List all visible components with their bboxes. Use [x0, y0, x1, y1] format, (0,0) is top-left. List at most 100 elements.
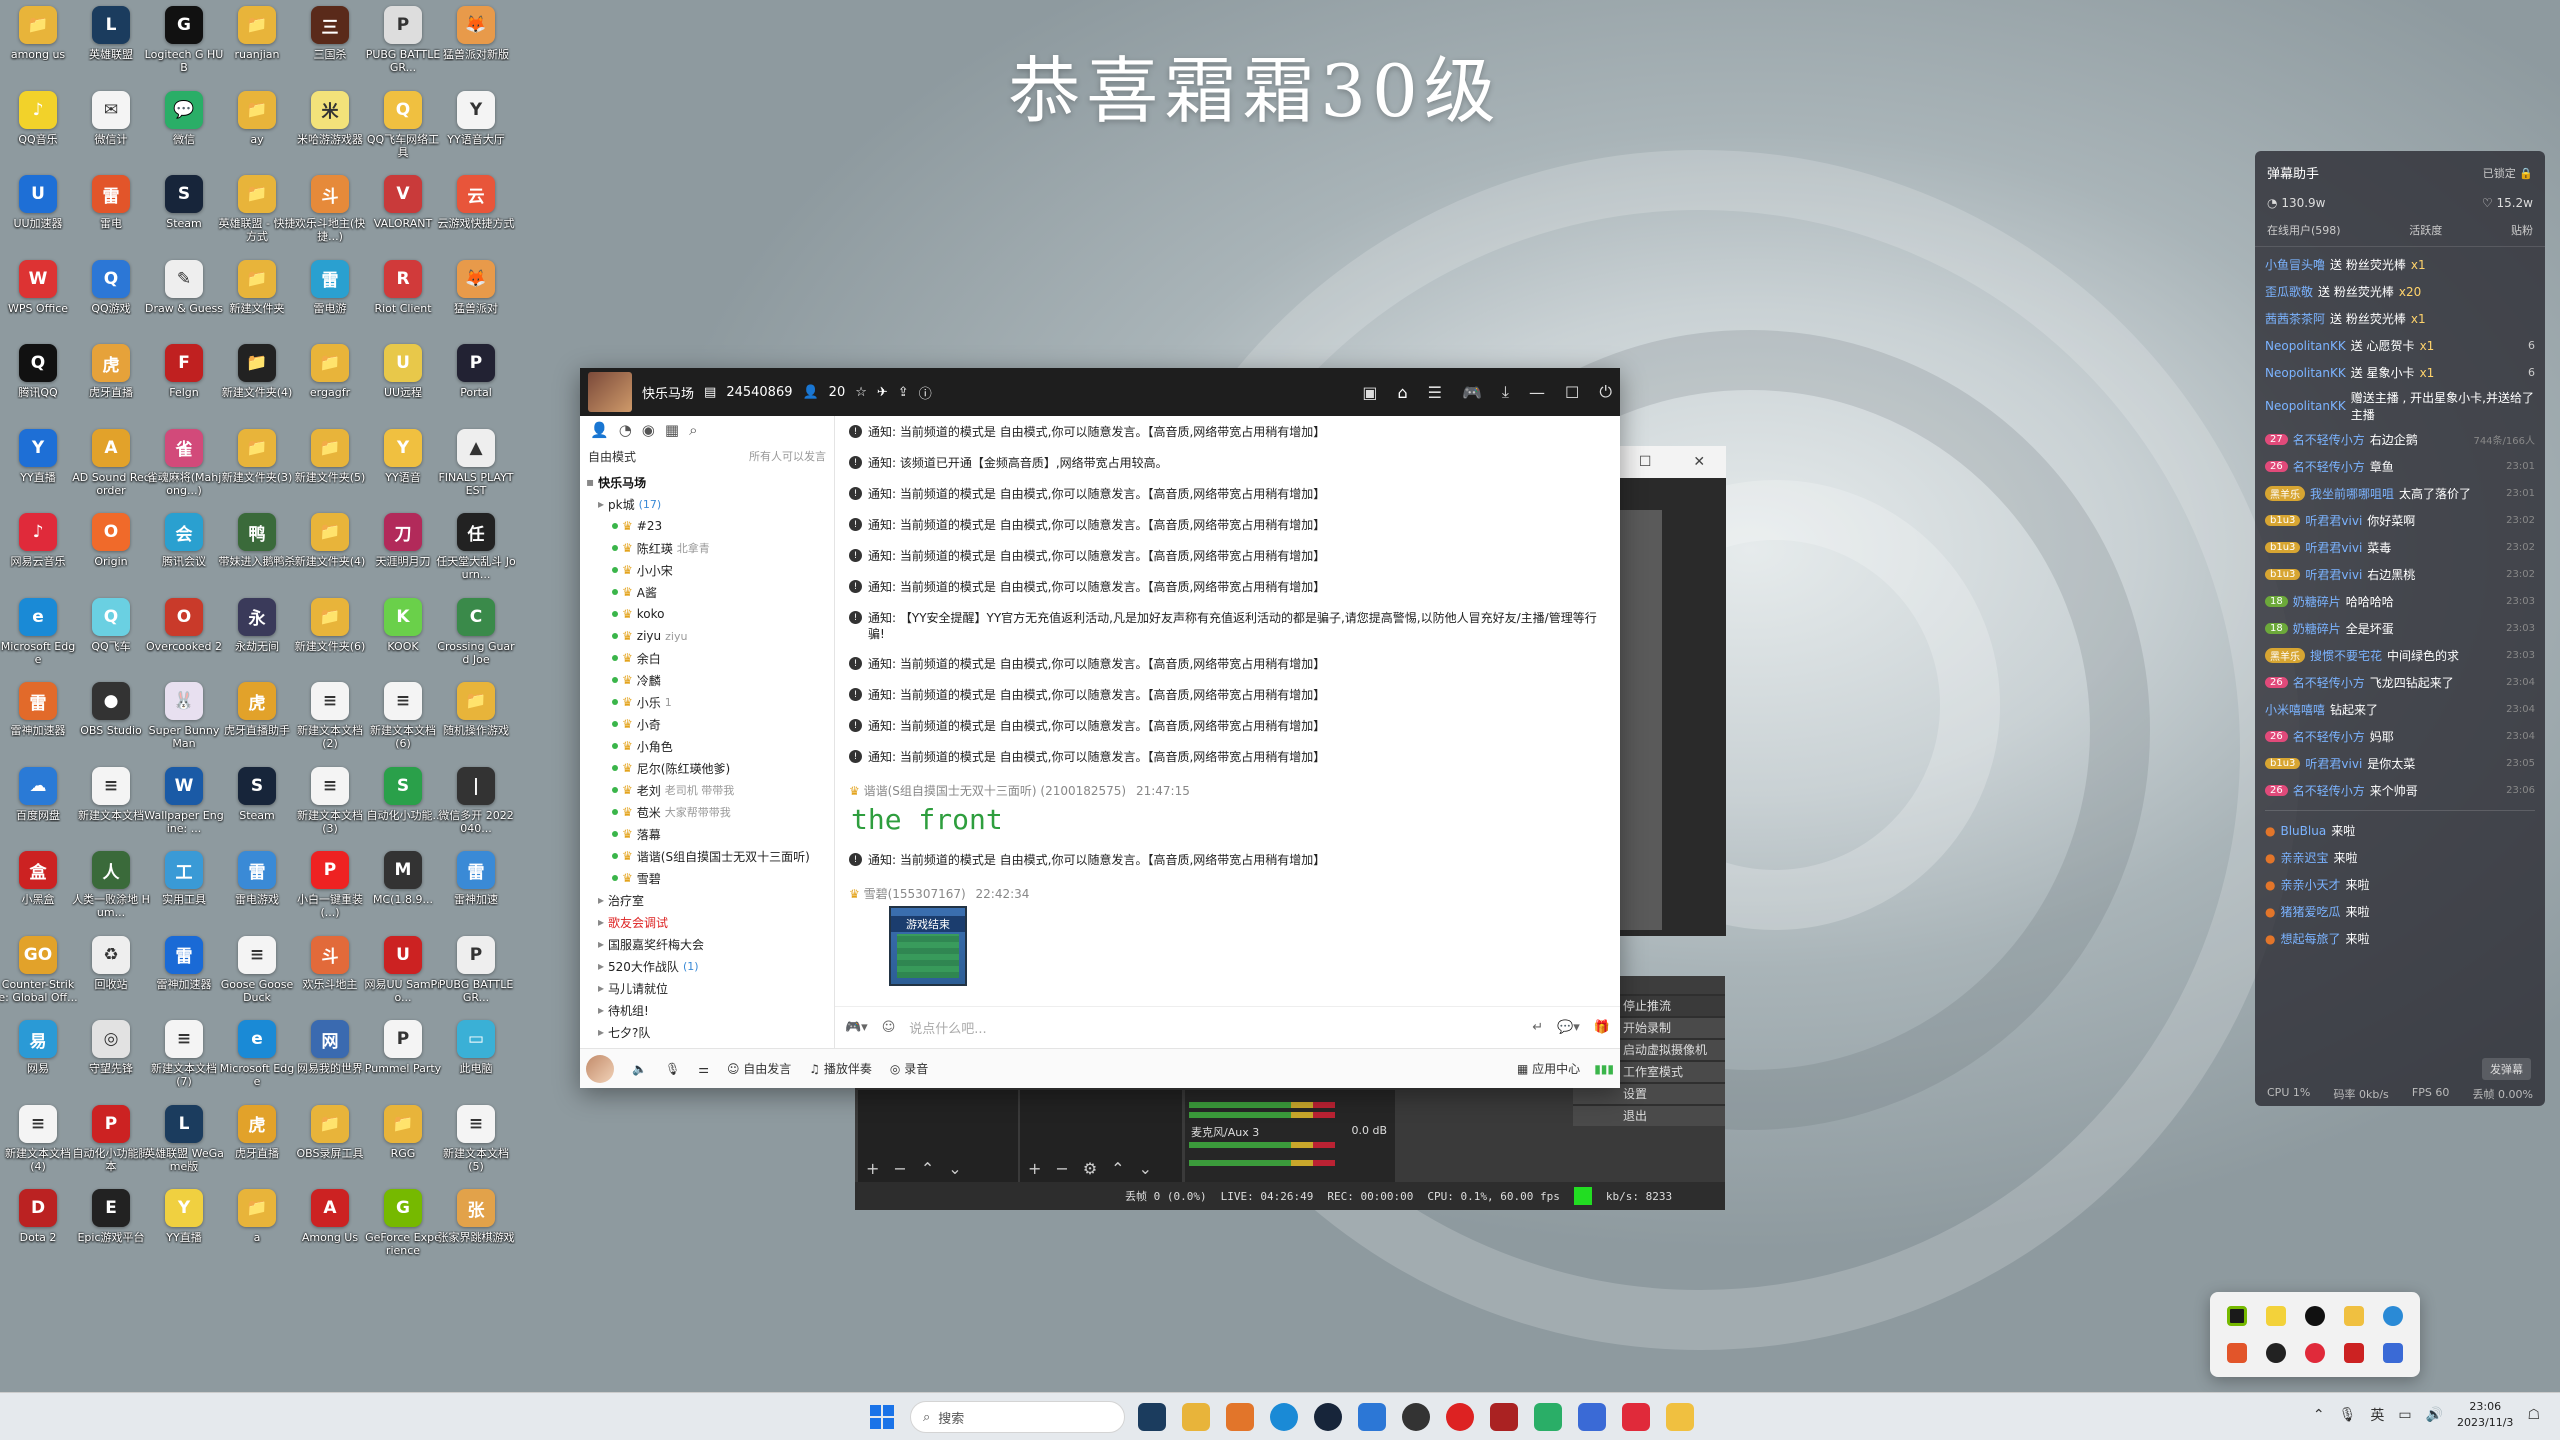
app-icon-netease[interactable]	[1446, 1403, 1474, 1431]
danmaku-user[interactable]: 名不轻传小方	[2293, 431, 2365, 448]
speaker-icon[interactable]: 🔈	[632, 1062, 647, 1076]
channel-user[interactable]: ♛ 小乐 1	[586, 691, 828, 713]
desktop-icon[interactable]: 💬 微信	[144, 87, 224, 172]
danmaku-user[interactable]: 茜茜茶茶阿	[2265, 310, 2325, 327]
desktop-icon[interactable]: E Epic游戏平台	[71, 1185, 151, 1270]
app-icon-huya[interactable]	[1226, 1403, 1254, 1431]
desktop-icon[interactable]: K KOOK	[363, 594, 443, 679]
channel-user[interactable]: ♛ 尼尔(陈红瑛他爹)	[586, 757, 828, 779]
danmaku-user[interactable]: BluBlua	[2280, 824, 2326, 838]
desktop-icon[interactable]: 📁 新建文件夹(3)	[217, 425, 297, 510]
channel-user[interactable]: ♛ ziyu ziyu	[586, 625, 828, 647]
desktop-icon[interactable]: ✉ 微信计	[71, 87, 151, 172]
desktop-icon[interactable]: 刀天涯明月刀	[363, 509, 443, 594]
desktop-icon[interactable]: 雷雷电游	[290, 256, 370, 341]
mixer-icon[interactable]: ⚌	[698, 1062, 709, 1076]
desktop-icon[interactable]: 工实用工具	[144, 847, 224, 932]
desktop-icon[interactable]: O Origin	[71, 509, 151, 594]
channel-user[interactable]: ♛ 小角色	[586, 735, 828, 757]
channel-user[interactable]: ♛ koko	[586, 603, 828, 625]
desktop-icon[interactable]: ◎ 守望先锋	[71, 1016, 151, 1101]
desktop-icon[interactable]: 🦊 猛兽派对	[436, 256, 516, 341]
app-center-button[interactable]: ▦ 应用中心	[1517, 1060, 1580, 1077]
desktop-icon[interactable]: S Steam	[217, 763, 297, 848]
desktop-icon[interactable]: P Portal	[436, 340, 516, 425]
tab-gift[interactable]: 贴粉	[2511, 222, 2533, 238]
danmaku-user[interactable]: NeopolitanKK	[2265, 366, 2346, 380]
remove-icon[interactable]: −	[1055, 1159, 1068, 1178]
desktop-icon[interactable]: 虎虎牙直播助手	[217, 678, 297, 763]
danmaku-user[interactable]: 搜惯不要宅花	[2310, 647, 2382, 664]
desktop-icon[interactable]: ● OBS Studio	[71, 678, 151, 763]
desktop-icon[interactable]: ≡ 新建文本文档(2)	[290, 678, 370, 763]
desktop-icon[interactable]: Q QQ飞车	[71, 594, 151, 679]
desktop-icon[interactable]: 📁 新建文件夹(4)	[290, 509, 370, 594]
channel-user[interactable]: ♛ 苞米 大家帮带带我	[586, 801, 828, 823]
desktop-icon[interactable]: D Dota 2	[0, 1185, 78, 1270]
message-image[interactable]: 游戏结束	[889, 906, 967, 986]
channel-user[interactable]: ♛ 谐谐(S组自摸国士无双十三面听)	[586, 845, 828, 867]
gamepad-icon[interactable]: 🎮	[1462, 383, 1482, 402]
info-icon[interactable]: ⓘ	[919, 383, 932, 402]
netease-icon[interactable]	[2304, 1342, 2325, 1363]
location-icon[interactable]: ◉	[642, 421, 655, 439]
danmaku-user[interactable]: 名不轻传小方	[2293, 458, 2365, 475]
desktop-icon[interactable]: L 英雄联盟 WeGame版	[144, 1101, 224, 1186]
subchannel[interactable]: ▸ 马儿请就位	[586, 977, 828, 999]
add-icon[interactable]: +	[1028, 1159, 1041, 1178]
desktop-icon[interactable]: ♪ 网易云音乐	[0, 509, 78, 594]
danmaku-user[interactable]: 想起每旅了	[2280, 930, 2340, 947]
danmaku-user[interactable]: 奶糖碎片	[2293, 620, 2341, 637]
desktop-icon[interactable]: W Wallpaper Engine: ...	[144, 763, 224, 848]
desktop-icon[interactable]: 雷雷神加速	[436, 847, 516, 932]
desktop-icon[interactable]: P PUBG BATTLEGR...	[363, 2, 443, 87]
danmaku-user[interactable]: 听君君vivi	[2305, 755, 2362, 772]
desktop-icon[interactable]: ≡ 新建文本文档	[71, 763, 151, 848]
subchannel[interactable]: ▸ 七夕?队	[586, 1021, 828, 1043]
taskbar-search[interactable]: ⌕ 搜索	[910, 1401, 1125, 1433]
note-icon[interactable]: ▦	[665, 421, 679, 439]
desktop-icon[interactable]: G Logitech G HUB	[144, 2, 224, 87]
desktop-icon[interactable]: 📁 新建文件夹(6)	[290, 594, 370, 679]
desktop-icon[interactable]: e Microsoft Edge	[0, 594, 78, 679]
danmaku-user[interactable]: 听君君vivi	[2305, 566, 2362, 583]
tab-active[interactable]: 活跃度	[2409, 222, 2442, 238]
channel-user[interactable]: ♛ 冷麟	[586, 669, 828, 691]
desktop-icon[interactable]: P PUBG BATTLEGR...	[436, 932, 516, 1017]
channel-user[interactable]: ♛ A酱	[586, 581, 828, 603]
desktop-icon[interactable]: 🐰 Super Bunny Man	[144, 678, 224, 763]
danmaku-user[interactable]: 小米嘻嘻嘻	[2265, 701, 2325, 718]
desktop-icon[interactable]: ≡ 新建文本文档(4)	[0, 1101, 78, 1186]
channel-user[interactable]: ♛ 雪碧	[586, 867, 828, 889]
desktop-icon[interactable]: Q QQ飞车网络工具	[363, 87, 443, 172]
desktop-icon[interactable]: 鸭带妹进入鹅鸭杀	[217, 509, 297, 594]
desktop-icon[interactable]: 斗欢乐斗地主(快捷...)	[290, 171, 370, 256]
ime-indicator[interactable]: 英	[2370, 1405, 2384, 1425]
desktop-icon[interactable]: W WPS Office	[0, 256, 78, 341]
desktop-icon[interactable]: 📁 a	[217, 1185, 297, 1270]
desktop-icon[interactable]: Q QQ游戏	[71, 256, 151, 341]
edge-icon[interactable]	[2382, 1306, 2403, 1327]
desktop-icon[interactable]: Q 腾讯QQ	[0, 340, 78, 425]
desktop-icon[interactable]: 📁 随机操作游戏	[436, 678, 516, 763]
remove-icon[interactable]: −	[893, 1159, 906, 1178]
danmaku-user[interactable]: 名不轻传小方	[2293, 674, 2365, 691]
desktop-icon[interactable]: P 自动化小功能脚本	[71, 1101, 151, 1186]
app-icon-lol[interactable]	[1138, 1403, 1166, 1431]
clock[interactable]: 23:06 2023/11/3	[2457, 1399, 2513, 1431]
subchannel[interactable]: ▸ 520大作战队 (1)	[586, 955, 828, 977]
bubble-icon[interactable]: 💬▾	[1557, 1020, 1580, 1035]
desktop-icon[interactable]: U 网易UU SamPro...	[363, 932, 443, 1017]
desktop-icon[interactable]: C Crossing Guard Joe	[436, 594, 516, 679]
chevron-up-icon[interactable]: ⌃	[2313, 1407, 2325, 1423]
minimize-icon[interactable]: —	[1529, 383, 1545, 402]
emoji-icon[interactable]: ☺	[882, 1020, 896, 1035]
desktop-icon[interactable]: 📁 OBS录屏工具	[290, 1101, 370, 1186]
desktop-icon[interactable]: 📁 ay	[217, 87, 297, 172]
subchannel[interactable]: ▸ 治疗室	[586, 889, 828, 911]
desktop-icon[interactable]: 盒小黑盒	[0, 847, 78, 932]
desktop-icon[interactable]: 雷雷电	[71, 171, 151, 256]
desktop-icon[interactable]: V VALORANT	[363, 171, 443, 256]
subchannel[interactable]: ▸ pk城 (17)	[586, 493, 828, 515]
danmaku-user[interactable]: 奶糖碎片	[2293, 593, 2341, 610]
